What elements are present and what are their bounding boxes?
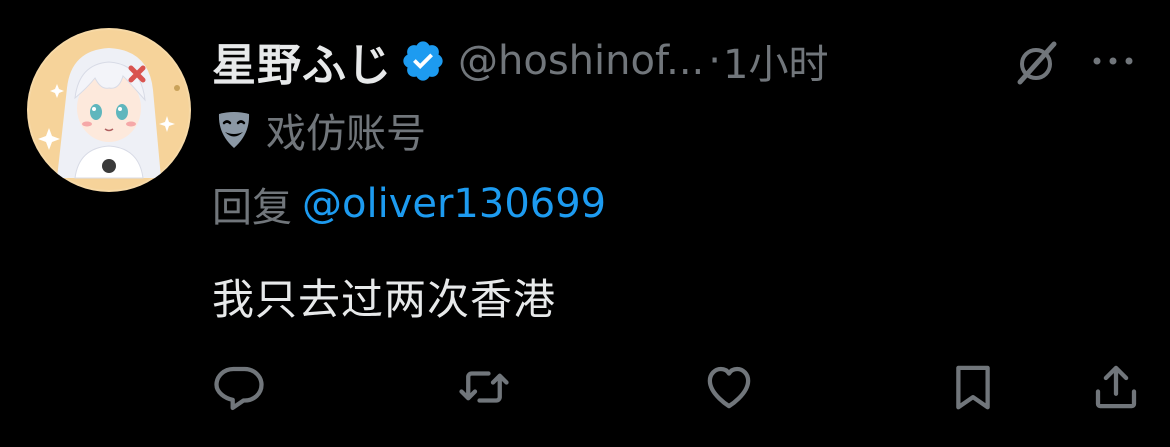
- reply-mention-link[interactable]: @oliver130699: [302, 181, 606, 227]
- parody-account-label: 戏仿账号: [212, 102, 426, 158]
- replying-to: 回复 @oliver130699: [212, 176, 606, 232]
- heart-icon[interactable]: [702, 360, 756, 414]
- theater-mask-icon: [212, 108, 256, 152]
- verified-badge-icon: [400, 38, 446, 84]
- avatar[interactable]: [27, 28, 191, 192]
- bookmark-icon[interactable]: [946, 360, 1000, 414]
- reply-prefix: 回复: [212, 185, 292, 231]
- grok-icon[interactable]: [1010, 36, 1062, 88]
- more-dots-icon[interactable]: [1088, 44, 1138, 78]
- reply-bubble-icon[interactable]: [212, 360, 266, 414]
- tweet-timestamp[interactable]: 1小时: [723, 32, 828, 90]
- share-icon[interactable]: [1089, 360, 1143, 414]
- retweet-icon[interactable]: [457, 360, 511, 414]
- tweet-text: 我只去过两次香港: [212, 275, 557, 324]
- author-display-name[interactable]: 星野ふじ: [212, 29, 392, 93]
- tweet-header: 星野ふじ @hoshinof... · 1小时: [212, 30, 828, 92]
- parody-label-text: 戏仿账号: [266, 111, 426, 157]
- author-handle[interactable]: @hoshinof...: [458, 38, 704, 84]
- header-separator: ·: [708, 38, 721, 84]
- avatar-image: [27, 28, 191, 192]
